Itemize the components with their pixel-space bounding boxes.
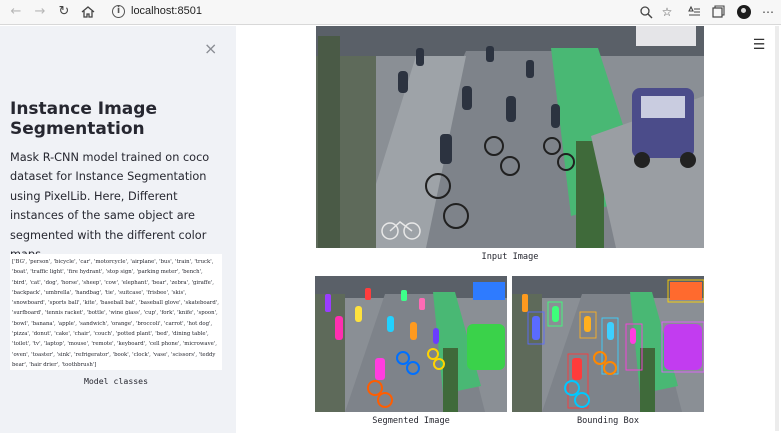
info-icon[interactable]: i	[112, 5, 125, 18]
star-icon[interactable]: ☆	[659, 4, 675, 20]
model-classes-caption: Model classes	[83, 376, 149, 386]
home-icon[interactable]	[80, 4, 96, 20]
sidebar: × Instance Image Segmentation Mask R-CNN…	[0, 26, 236, 433]
segmented-image-caption: Segmented Image	[372, 416, 450, 426]
input-image-caption: Input Image	[481, 252, 539, 262]
favorites-icon[interactable]	[686, 4, 702, 20]
profile-icon[interactable]	[737, 5, 751, 19]
bounding-box-image	[512, 276, 704, 412]
input-image	[316, 26, 704, 248]
segmented-image	[315, 276, 507, 412]
reload-icon[interactable]: ↻	[56, 4, 72, 20]
sidebar-title: Instance Image Segmentation	[10, 99, 157, 139]
scrollbar[interactable]	[775, 26, 779, 431]
hamburger-icon[interactable]: ☰	[752, 38, 766, 52]
more-icon[interactable]: ⋯	[760, 4, 776, 20]
forward-icon[interactable]: →	[32, 4, 48, 20]
bounding-box-caption: Bounding Box	[576, 416, 640, 426]
address-bar-url[interactable]: localhost:8501	[131, 5, 202, 17]
zoom-icon[interactable]	[638, 4, 654, 20]
collections-icon[interactable]	[710, 4, 726, 20]
close-icon[interactable]: ×	[204, 39, 217, 58]
sidebar-description: Mask R-CNN model trained on coco dataset…	[10, 151, 210, 261]
model-classes-image: ['BG', 'person', 'bicycle', 'car', 'moto…	[10, 254, 222, 370]
back-icon[interactable]: ←	[8, 4, 24, 20]
browser-toolbar: ← → ↻ i localhost:8501 ☆ ⋯	[0, 0, 781, 25]
